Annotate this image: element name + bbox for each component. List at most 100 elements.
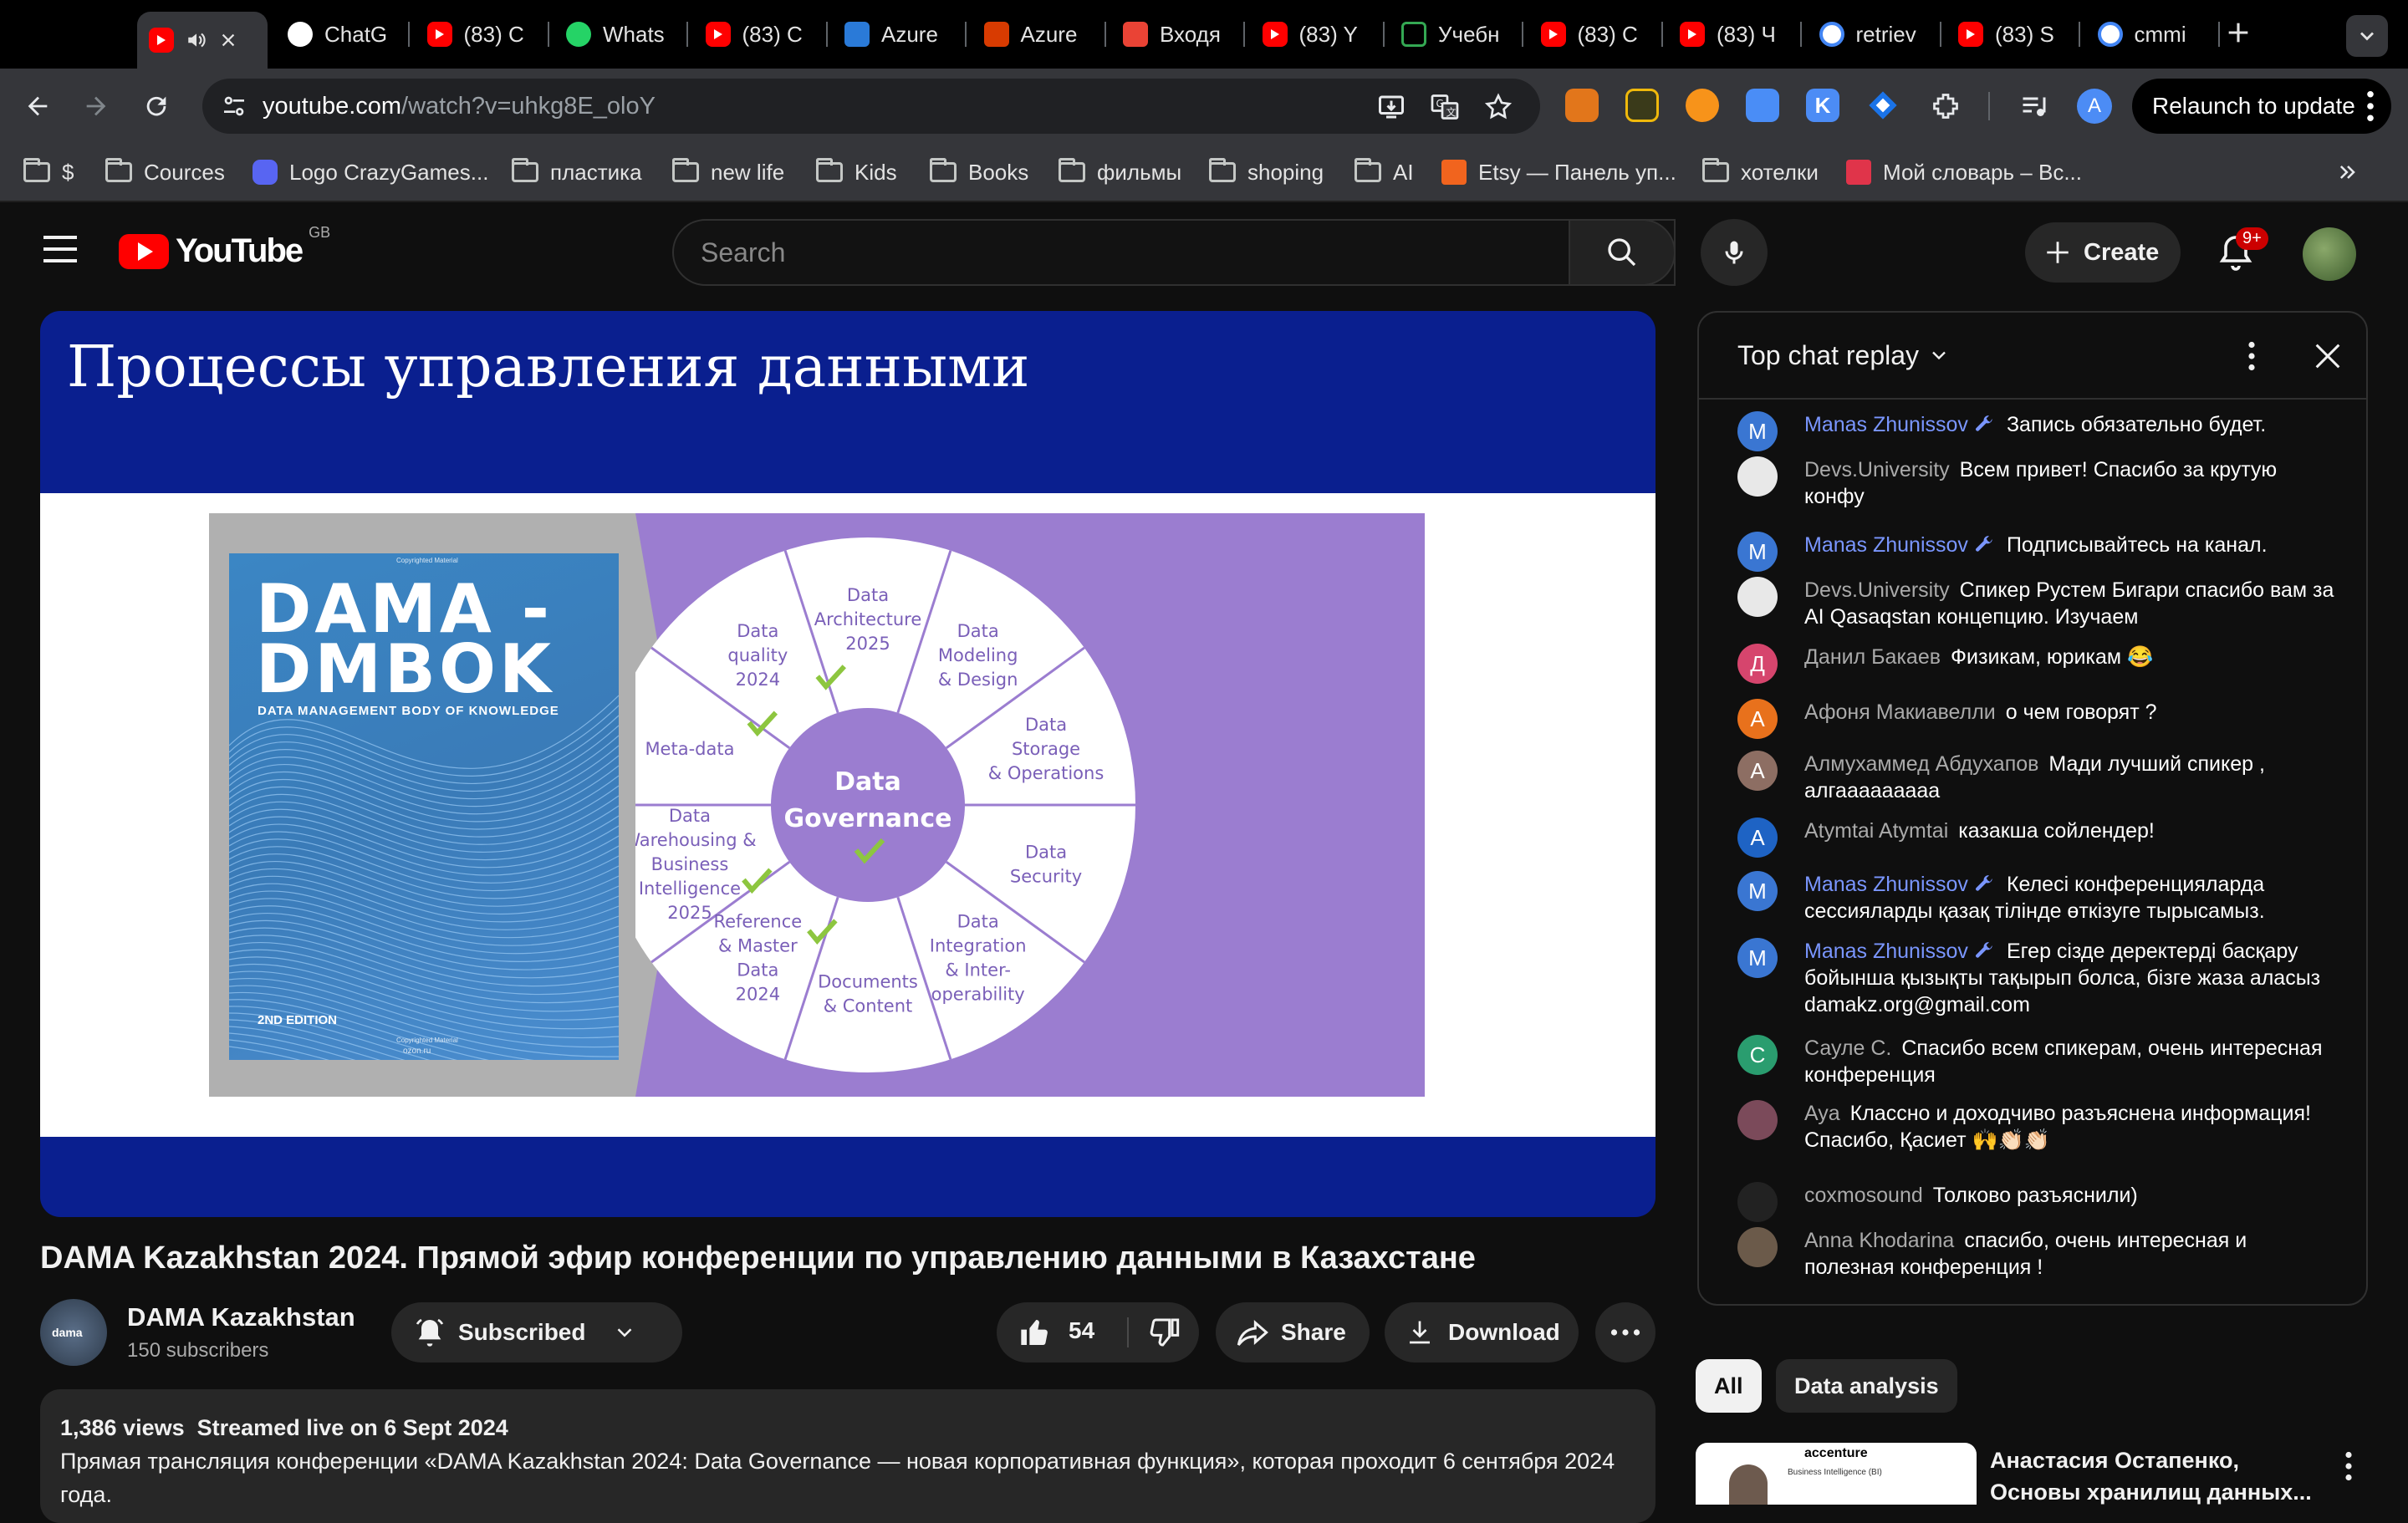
bitcoin-extension-icon[interactable] — [1686, 89, 1719, 122]
browser-tab[interactable]: cmmi — [2086, 12, 2220, 57]
puzzle-blue-extension-icon[interactable] — [1746, 89, 1779, 122]
chip-data-analysis[interactable]: Data analysis — [1776, 1359, 1957, 1413]
browser-tab[interactable]: (83) Y — [1251, 12, 1385, 57]
video-player[interactable]: Процессы управления данными Copyrighted … — [40, 311, 1656, 1217]
browser-tab[interactable]: (83) Ч — [1668, 12, 1802, 57]
chat-author[interactable]: Manas Zhunissov — [1804, 873, 1968, 896]
tab-search-icon[interactable] — [2346, 15, 2388, 57]
tab-audio-icon[interactable] — [186, 29, 207, 51]
binance-wallet-icon[interactable] — [1625, 89, 1659, 122]
chat-more-icon[interactable] — [2247, 341, 2256, 371]
metamask-icon[interactable] — [1565, 89, 1599, 122]
install-app-icon[interactable] — [1376, 92, 1406, 122]
like-icon[interactable] — [1018, 1316, 1052, 1349]
browser-tab[interactable]: Azure — [833, 12, 967, 57]
bookmark-item[interactable]: Cources — [105, 155, 225, 189]
back-icon[interactable] — [18, 87, 57, 125]
recommended-thumbnail[interactable]: accenture Business Intelligence (BI) — [1696, 1443, 1977, 1505]
diamond-extension-icon[interactable] — [1866, 89, 1900, 122]
chip-all[interactable]: All — [1696, 1359, 1762, 1413]
media-controls-icon[interactable] — [2015, 87, 2053, 125]
bookmark-item[interactable]: new life — [672, 155, 784, 189]
recommended-video[interactable]: accenture Business Intelligence (BI) Ана… — [1696, 1443, 2390, 1505]
bookmark-item[interactable]: хотелки — [1702, 155, 1819, 189]
chat-author[interactable]: Anna Khodarina — [1804, 1229, 1954, 1252]
chat-avatar[interactable]: M — [1737, 411, 1778, 451]
bookmark-item[interactable]: фильмы — [1059, 155, 1181, 189]
profile-avatar[interactable]: A — [2077, 89, 2112, 124]
browser-tab[interactable]: Входя — [1111, 12, 1245, 57]
voice-search-button[interactable] — [1701, 219, 1768, 286]
chat-avatar[interactable]: Д — [1737, 644, 1778, 684]
browser-tab[interactable]: retriev — [1808, 12, 1941, 57]
chat-avatar[interactable] — [1737, 456, 1778, 497]
close-chat-icon[interactable] — [2311, 339, 2344, 373]
channel-name[interactable]: DAMA Kazakhstan — [127, 1302, 355, 1332]
chat-avatar[interactable]: А — [1737, 751, 1778, 791]
chat-author[interactable]: Devs.University — [1804, 578, 1950, 602]
browser-tab[interactable] — [137, 12, 268, 69]
chat-author[interactable]: Сауле С. — [1804, 1037, 1891, 1060]
browser-tab[interactable]: Azure — [972, 12, 1106, 57]
account-avatar[interactable] — [2303, 227, 2356, 281]
tab-close-icon[interactable] — [219, 31, 237, 49]
chat-avatar[interactable]: M — [1737, 532, 1778, 572]
chat-avatar[interactable]: M — [1737, 871, 1778, 911]
chat-avatar[interactable] — [1737, 577, 1778, 617]
extensions-icon[interactable] — [1926, 87, 1965, 125]
relaunch-button[interactable]: Relaunch to update — [2132, 79, 2391, 134]
chat-author[interactable]: Афоня Макиавелли — [1804, 700, 1996, 724]
chat-avatar[interactable] — [1737, 1227, 1778, 1267]
bookmark-item[interactable]: пластика — [512, 155, 642, 189]
chat-author[interactable]: Manas Zhunissov — [1804, 940, 1968, 963]
more-actions-button[interactable] — [1595, 1302, 1656, 1363]
bookmark-item[interactable]: $ — [23, 155, 74, 189]
chat-author[interactable]: Manas Zhunissov — [1804, 533, 1968, 557]
site-info-icon[interactable] — [221, 93, 247, 120]
share-button[interactable]: Share — [1216, 1302, 1370, 1363]
bookmark-item[interactable]: Etsy — Панель уп... — [1441, 155, 1676, 189]
bookmark-item[interactable]: AI — [1354, 155, 1414, 189]
recommendation-more-icon[interactable] — [2344, 1451, 2353, 1481]
chat-avatar[interactable] — [1737, 1100, 1778, 1140]
channel-avatar[interactable]: dama — [40, 1299, 107, 1366]
browser-tab[interactable]: (83) S — [1946, 12, 2080, 57]
bookmark-item[interactable]: shoping — [1209, 155, 1324, 189]
browser-tab[interactable]: ChatG — [276, 12, 410, 57]
bookmark-item[interactable]: Kids — [816, 155, 897, 189]
chat-avatar[interactable]: M — [1737, 938, 1778, 978]
create-button[interactable]: Create — [2025, 222, 2181, 283]
youtube-logo[interactable]: YouTube GB — [119, 224, 330, 270]
download-button[interactable]: Download — [1385, 1302, 1579, 1363]
chat-mode-dropdown[interactable]: Top chat replay — [1737, 340, 1951, 371]
bookmark-item[interactable]: Мой словарь – Вс... — [1846, 155, 2082, 189]
reload-icon[interactable] — [137, 87, 176, 125]
chat-author[interactable]: Devs.University — [1804, 458, 1950, 481]
bookmark-item[interactable]: Logo CrazyGames... — [253, 155, 488, 189]
hamburger-menu-icon[interactable] — [43, 234, 77, 264]
forward-icon[interactable] — [77, 87, 115, 125]
new-tab-icon[interactable] — [2224, 18, 2252, 47]
chat-author[interactable]: coxmosound — [1804, 1184, 1923, 1207]
chat-avatar[interactable]: С — [1737, 1035, 1778, 1075]
chat-author[interactable]: Aya — [1804, 1102, 1840, 1125]
browser-tab[interactable]: (83) C — [416, 12, 549, 57]
bookmark-item[interactable]: Books — [930, 155, 1028, 189]
chat-author[interactable]: Manas Zhunissov — [1804, 413, 1968, 436]
translate-icon[interactable]: G文 — [1430, 92, 1460, 122]
chat-author[interactable]: Алмухаммед Абдухапов — [1804, 752, 2038, 776]
browser-tab[interactable]: (83) C — [1529, 12, 1663, 57]
search-button[interactable] — [1569, 219, 1676, 286]
dislike-icon[interactable] — [1147, 1316, 1181, 1349]
chat-avatar[interactable] — [1737, 1182, 1778, 1222]
search-input[interactable]: Search — [672, 219, 1676, 286]
browser-menu-icon[interactable] — [2366, 90, 2375, 122]
browser-tab[interactable]: Учебн — [1390, 12, 1523, 57]
chat-avatar[interactable]: А — [1737, 699, 1778, 739]
description-box[interactable]: 1,386 views Streamed live on 6 Sept 2024… — [40, 1389, 1656, 1523]
browser-tab[interactable]: Whats — [554, 12, 688, 57]
browser-tab[interactable]: (83) C — [694, 12, 828, 57]
bookmark-star-icon[interactable] — [1483, 92, 1513, 122]
chat-author[interactable]: Данил Бакаев — [1804, 645, 1941, 669]
address-bar[interactable]: youtube.com/watch?v=uhkg8E_oloY G文 — [202, 79, 1540, 134]
